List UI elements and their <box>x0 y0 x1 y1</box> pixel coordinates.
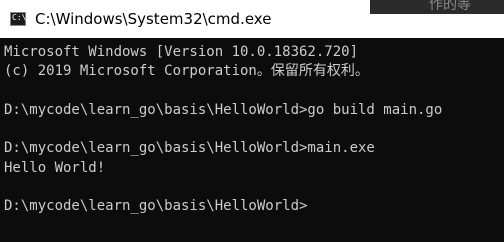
console-prompt-line[interactable]: D:\mycode\learn_go\basis\HelloWorld> <box>4 197 504 216</box>
console-line: (c) 2019 Microsoft Corporation。保留所有权利。 <box>4 63 369 80</box>
console-line: Microsoft Windows [Version 10.0.18362.72… <box>4 44 359 60</box>
console-output[interactable]: Microsoft Windows [Version 10.0.18362.72… <box>4 43 504 217</box>
cmd-window: C:\ C:\Windows\System32\cmd.exe 作的等 Micr… <box>0 0 504 242</box>
console-line: D:\mycode\learn_go\basis\HelloWorld>go b… <box>4 101 443 118</box>
cmd-prompt-icon: C:\ <box>10 12 26 26</box>
background-window-edge: 作的等 <box>370 0 504 14</box>
background-window-text: 作的等 <box>429 0 471 13</box>
console-line: Hello World! <box>4 159 106 176</box>
console-line: D:\mycode\learn_go\basis\HelloWorld>main… <box>4 140 375 157</box>
window-title: C:\Windows\System32\cmd.exe <box>35 10 272 28</box>
cmd-icon-glyph: C:\ <box>12 13 27 22</box>
